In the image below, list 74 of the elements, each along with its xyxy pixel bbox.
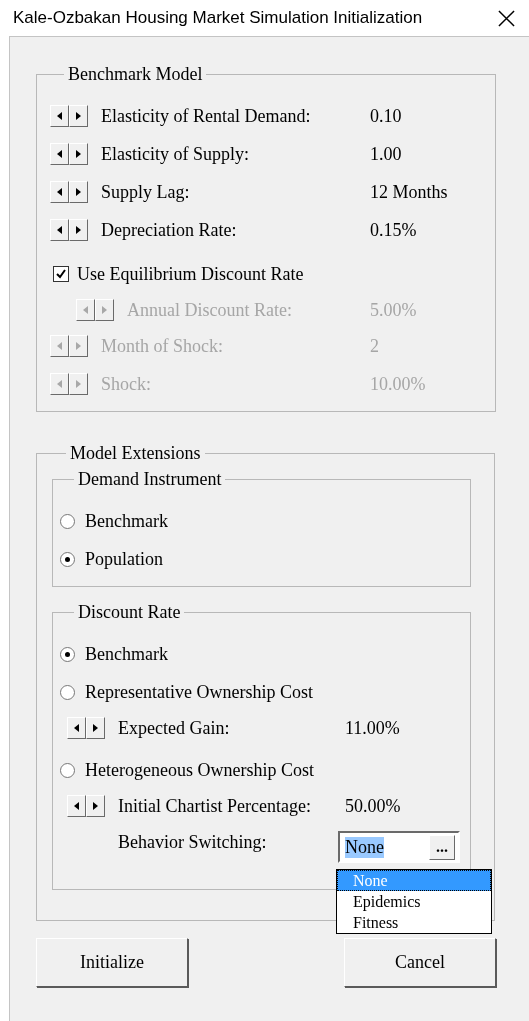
radio-label: Heterogeneous Ownership Cost	[85, 759, 314, 781]
parameter-label: Month of Shock:	[101, 335, 224, 357]
left-triangle-icon	[74, 802, 79, 810]
parameter-value: 11.00%	[345, 717, 401, 739]
right-triangle-icon	[76, 342, 81, 350]
right-triangle-icon	[76, 188, 81, 196]
parameter-label: Elasticity of Rental Demand:	[101, 105, 312, 127]
left-triangle-icon	[57, 380, 62, 388]
dropdown-field[interactable]: None ...	[338, 831, 460, 863]
increment-button[interactable]	[86, 795, 105, 817]
radio-label: Representative Ownership Cost	[85, 681, 313, 703]
right-triangle-icon	[76, 150, 81, 158]
dropdown-option[interactable]: Epidemics	[337, 891, 491, 912]
decrement-button[interactable]	[67, 717, 86, 739]
checkbox[interactable]	[53, 266, 69, 282]
left-triangle-icon	[83, 306, 88, 314]
increment-button[interactable]	[69, 181, 88, 203]
group-title: Benchmark Model	[67, 63, 204, 85]
close-icon[interactable]	[498, 9, 515, 27]
left-triangle-icon	[57, 150, 62, 158]
initialize-button[interactable]: Initialize	[36, 938, 188, 987]
parameter-value: 5.00%	[370, 299, 418, 321]
parameter-value: 10.00%	[370, 373, 427, 395]
left-triangle-icon	[57, 342, 62, 350]
radio-button[interactable]	[60, 646, 75, 662]
left-triangle-icon	[57, 112, 62, 120]
right-triangle-icon	[76, 112, 81, 120]
dropdown-option[interactable]: Fitness	[337, 912, 491, 933]
increment-button[interactable]	[86, 717, 105, 739]
right-triangle-icon	[102, 306, 107, 314]
radio-label: Benchmark	[85, 510, 168, 532]
parameter-label: Elasticity of Supply:	[101, 143, 250, 165]
group-title: Demand Instrument	[77, 468, 223, 490]
left-triangle-icon	[57, 188, 62, 196]
radio-button[interactable]	[60, 513, 75, 529]
window-title: Kale-Ozbakan Housing Market Simulation Initialization	[13, 8, 423, 28]
radio-label: Benchmark	[85, 643, 168, 665]
parameter-value: 2	[370, 335, 380, 357]
radio-button[interactable]	[60, 684, 75, 700]
increment-button[interactable]	[69, 219, 88, 241]
parameter-label: Initial Chartist Percentage:	[118, 795, 312, 817]
radio-label: Population	[85, 548, 163, 570]
checkbox-label: Use Equilibrium Discount Rate	[77, 263, 304, 285]
right-triangle-icon	[76, 380, 81, 388]
increment-button[interactable]	[69, 143, 88, 165]
group-title: Discount Rate	[77, 601, 182, 623]
decrement-button[interactable]	[50, 143, 69, 165]
radio-button[interactable]	[60, 762, 75, 778]
decrement-button[interactable]	[67, 795, 86, 817]
radio-button[interactable]	[60, 551, 75, 567]
increment-button[interactable]	[69, 105, 88, 127]
parameter-value: 12 Months	[370, 181, 449, 203]
parameter-label: Depreciation Rate:	[101, 219, 238, 241]
left-triangle-icon	[57, 226, 62, 234]
parameter-label: Expected Gain:	[118, 717, 231, 739]
parameter-value: 1.00	[370, 143, 403, 165]
group-title: Model Extensions	[69, 442, 202, 464]
dropdown-label: Behavior Switching:	[118, 831, 268, 853]
left-triangle-icon	[74, 724, 79, 732]
decrement-button[interactable]	[50, 181, 69, 203]
right-triangle-icon	[76, 226, 81, 234]
parameter-label: Shock:	[101, 373, 152, 395]
parameter-value: 50.00%	[345, 795, 402, 817]
cancel-button[interactable]: Cancel	[344, 938, 496, 987]
parameter-value: 0.10	[370, 105, 403, 127]
dropdown-value: None	[345, 836, 384, 858]
parameter-value: 0.15%	[370, 219, 418, 241]
parameter-label: Supply Lag:	[101, 181, 191, 203]
right-triangle-icon	[93, 802, 98, 810]
dropdown-button[interactable]: ...	[429, 834, 455, 860]
decrement-button[interactable]	[50, 105, 69, 127]
parameter-label: Annual Discount Rate:	[127, 299, 293, 321]
right-triangle-icon	[93, 724, 98, 732]
decrement-button[interactable]	[50, 219, 69, 241]
